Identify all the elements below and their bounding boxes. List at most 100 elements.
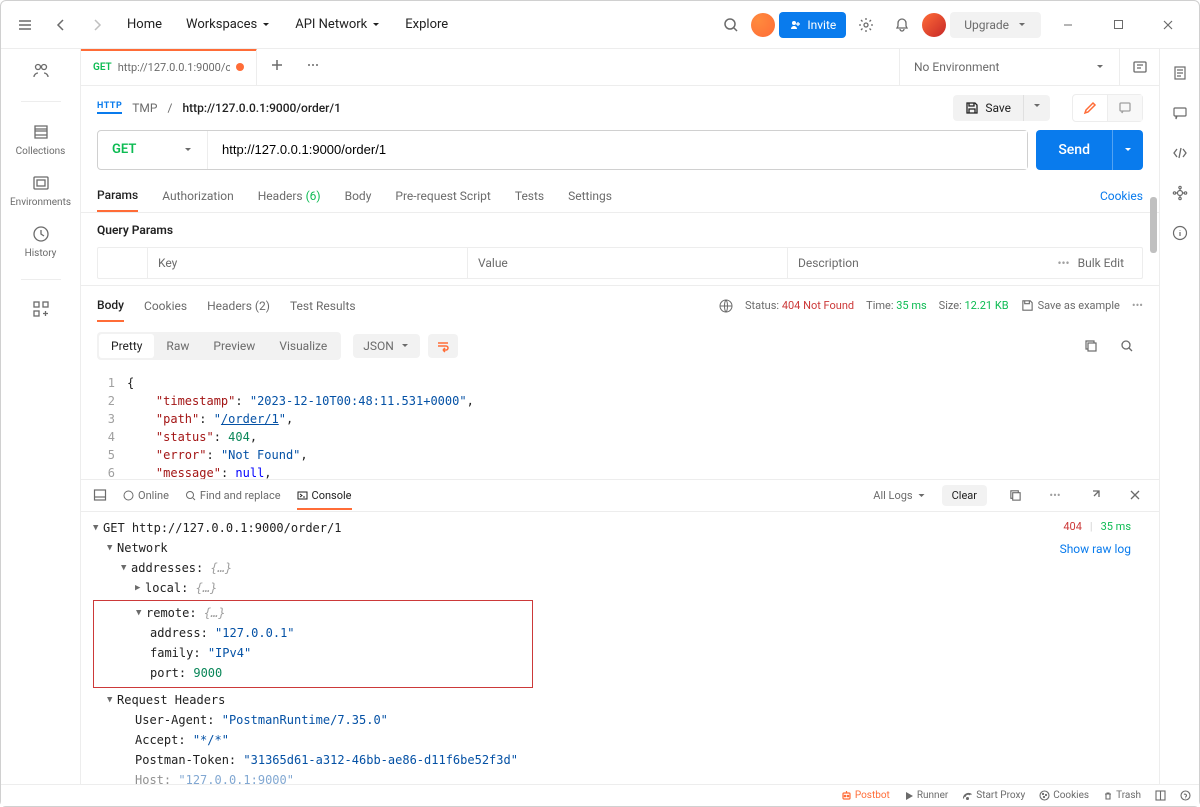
url-row: GET Send bbox=[81, 130, 1159, 170]
format-select[interactable]: JSON bbox=[353, 334, 420, 358]
response-more-icon[interactable]: ••• bbox=[1132, 299, 1143, 312]
breadcrumb-folder[interactable]: TMP bbox=[132, 101, 157, 115]
status-proxy[interactable]: Start Proxy bbox=[962, 790, 1025, 801]
params-table: Key Value Description•••Bulk Edit bbox=[97, 247, 1143, 279]
comment-icon[interactable] bbox=[1107, 95, 1142, 121]
params-more-icon[interactable]: ••• bbox=[1057, 256, 1069, 270]
log-meta: 404 | 35 ms bbox=[1063, 520, 1131, 533]
send-dropdown[interactable] bbox=[1112, 130, 1143, 170]
breadcrumb-sep: / bbox=[167, 101, 172, 115]
cookies-link[interactable]: Cookies bbox=[1100, 189, 1143, 203]
clear-button[interactable]: Clear bbox=[942, 485, 987, 506]
notifications-icon[interactable] bbox=[886, 9, 918, 41]
tab-body[interactable]: Body bbox=[345, 181, 372, 211]
back-icon[interactable] bbox=[45, 9, 77, 41]
edit-icon[interactable] bbox=[1073, 95, 1107, 121]
close-icon[interactable] bbox=[1145, 9, 1191, 41]
params-desc-header: Description•••Bulk Edit bbox=[788, 248, 1142, 278]
console-tab[interactable]: Console bbox=[297, 489, 352, 510]
response-meta: Status: 404 Not Found Time: 35 ms Size: … bbox=[719, 299, 1143, 313]
console-more-icon[interactable]: ••• bbox=[1043, 483, 1067, 507]
search-icon[interactable] bbox=[715, 9, 747, 41]
resp-tab-tests[interactable]: Test Results bbox=[290, 291, 356, 321]
breadcrumb-name: http://127.0.0.1:9000/order/1 bbox=[182, 101, 341, 115]
send-button[interactable]: Send bbox=[1036, 130, 1112, 170]
status-postbot[interactable]: Postbot bbox=[841, 790, 890, 801]
tab-title: http://127.0.0.1:9000/or bbox=[118, 61, 230, 74]
new-tab-icon[interactable] bbox=[257, 49, 297, 81]
nav-workspaces[interactable]: Workspaces bbox=[176, 11, 281, 38]
minimize-icon[interactable] bbox=[1045, 9, 1091, 41]
search-response-icon[interactable] bbox=[1111, 330, 1143, 362]
status-trash[interactable]: Trash bbox=[1103, 790, 1141, 801]
console-body[interactable]: ▼ GET http://127.0.0.1:9000/order/1 ▼ Ne… bbox=[81, 512, 1159, 784]
tab-params[interactable]: Params bbox=[97, 180, 138, 212]
sidebar-icon-top[interactable] bbox=[11, 61, 71, 81]
code-icon[interactable] bbox=[1172, 145, 1188, 161]
console-close-icon[interactable] bbox=[1123, 483, 1147, 507]
url-input[interactable] bbox=[208, 131, 1027, 169]
save-example[interactable]: Save as example bbox=[1021, 299, 1120, 312]
response-body[interactable]: 1{2 "timestamp": "2023-12-10T00:48:11.53… bbox=[81, 370, 1159, 479]
tab-tests[interactable]: Tests bbox=[515, 181, 544, 211]
console-header: Online Find and replace Console All Logs… bbox=[81, 480, 1159, 512]
sidebar-configure-icon[interactable] bbox=[11, 300, 71, 318]
view-preview[interactable]: Preview bbox=[201, 334, 267, 358]
copy-icon[interactable] bbox=[1075, 330, 1107, 362]
invite-button[interactable]: Invite bbox=[779, 12, 846, 38]
request-tab[interactable]: GET http://127.0.0.1:9000/or bbox=[81, 49, 257, 85]
maximize-icon[interactable] bbox=[1095, 9, 1141, 41]
console-popout-icon[interactable] bbox=[1083, 483, 1107, 507]
upgrade-button[interactable]: Upgrade bbox=[950, 12, 1041, 38]
view-raw[interactable]: Raw bbox=[154, 334, 201, 358]
tab-headers[interactable]: Headers (6) bbox=[258, 181, 321, 211]
resp-tab-headers[interactable]: Headers (2) bbox=[207, 291, 270, 321]
console-copy-icon[interactable] bbox=[1003, 483, 1027, 507]
bulk-edit[interactable]: Bulk Edit bbox=[1070, 256, 1132, 270]
info-icon[interactable] bbox=[1172, 225, 1188, 241]
sidebar-history[interactable]: History bbox=[11, 224, 71, 259]
globe-icon[interactable] bbox=[719, 299, 733, 313]
view-visualize[interactable]: Visualize bbox=[267, 334, 339, 358]
console-online[interactable]: Online bbox=[123, 489, 169, 502]
scrollbar[interactable] bbox=[1150, 197, 1157, 253]
resp-tab-cookies[interactable]: Cookies bbox=[144, 291, 187, 321]
status-layout-icon[interactable] bbox=[1155, 790, 1166, 801]
sidebar-collections[interactable]: Collections bbox=[11, 122, 71, 157]
nav-home[interactable]: Home bbox=[117, 11, 172, 38]
save-button[interactable]: Save bbox=[953, 95, 1023, 121]
tab-prerequest[interactable]: Pre-request Script bbox=[395, 181, 490, 211]
user-avatar[interactable] bbox=[922, 13, 946, 37]
comments-icon[interactable] bbox=[1172, 105, 1188, 121]
settings-icon[interactable] bbox=[850, 9, 882, 41]
method-select[interactable]: GET bbox=[98, 131, 208, 169]
tab-authorization[interactable]: Authorization bbox=[162, 181, 234, 211]
response-tabs: Body Cookies Headers (2) Test Results St… bbox=[81, 285, 1159, 322]
menu-icon[interactable] bbox=[9, 9, 41, 41]
show-raw-log[interactable]: Show raw log bbox=[1060, 542, 1131, 556]
status-runner[interactable]: Runner bbox=[904, 790, 948, 801]
status-help-icon[interactable] bbox=[1180, 790, 1191, 801]
save-dropdown[interactable] bbox=[1023, 95, 1050, 121]
nav-api-network[interactable]: API Network bbox=[285, 11, 391, 38]
statusbar: Postbot Runner Start Proxy Cookies Trash bbox=[1, 784, 1199, 806]
status-cookies[interactable]: Cookies bbox=[1039, 790, 1089, 801]
environment-quicklook-icon[interactable] bbox=[1119, 49, 1159, 85]
environment-select[interactable]: No Environment bbox=[899, 49, 1119, 85]
panel-toggle-icon[interactable] bbox=[93, 488, 107, 502]
resp-tab-body[interactable]: Body bbox=[97, 290, 124, 322]
tab-settings[interactable]: Settings bbox=[568, 181, 612, 211]
docs-icon[interactable] bbox=[1172, 65, 1188, 81]
team-avatar[interactable] bbox=[751, 13, 775, 37]
tab-options-icon[interactable] bbox=[297, 49, 329, 81]
wrap-lines-icon[interactable] bbox=[428, 334, 458, 358]
view-pretty[interactable]: Pretty bbox=[99, 334, 154, 358]
related-icon[interactable] bbox=[1172, 185, 1188, 201]
params-header-row: Key Value Description•••Bulk Edit bbox=[98, 248, 1142, 278]
console-filter[interactable]: All Logs bbox=[873, 489, 925, 502]
forward-icon[interactable] bbox=[81, 9, 113, 41]
unsaved-dot-icon bbox=[236, 63, 244, 71]
console-find[interactable]: Find and replace bbox=[185, 489, 281, 502]
nav-explore[interactable]: Explore bbox=[395, 11, 458, 38]
sidebar-environments[interactable]: Environments bbox=[11, 173, 71, 208]
